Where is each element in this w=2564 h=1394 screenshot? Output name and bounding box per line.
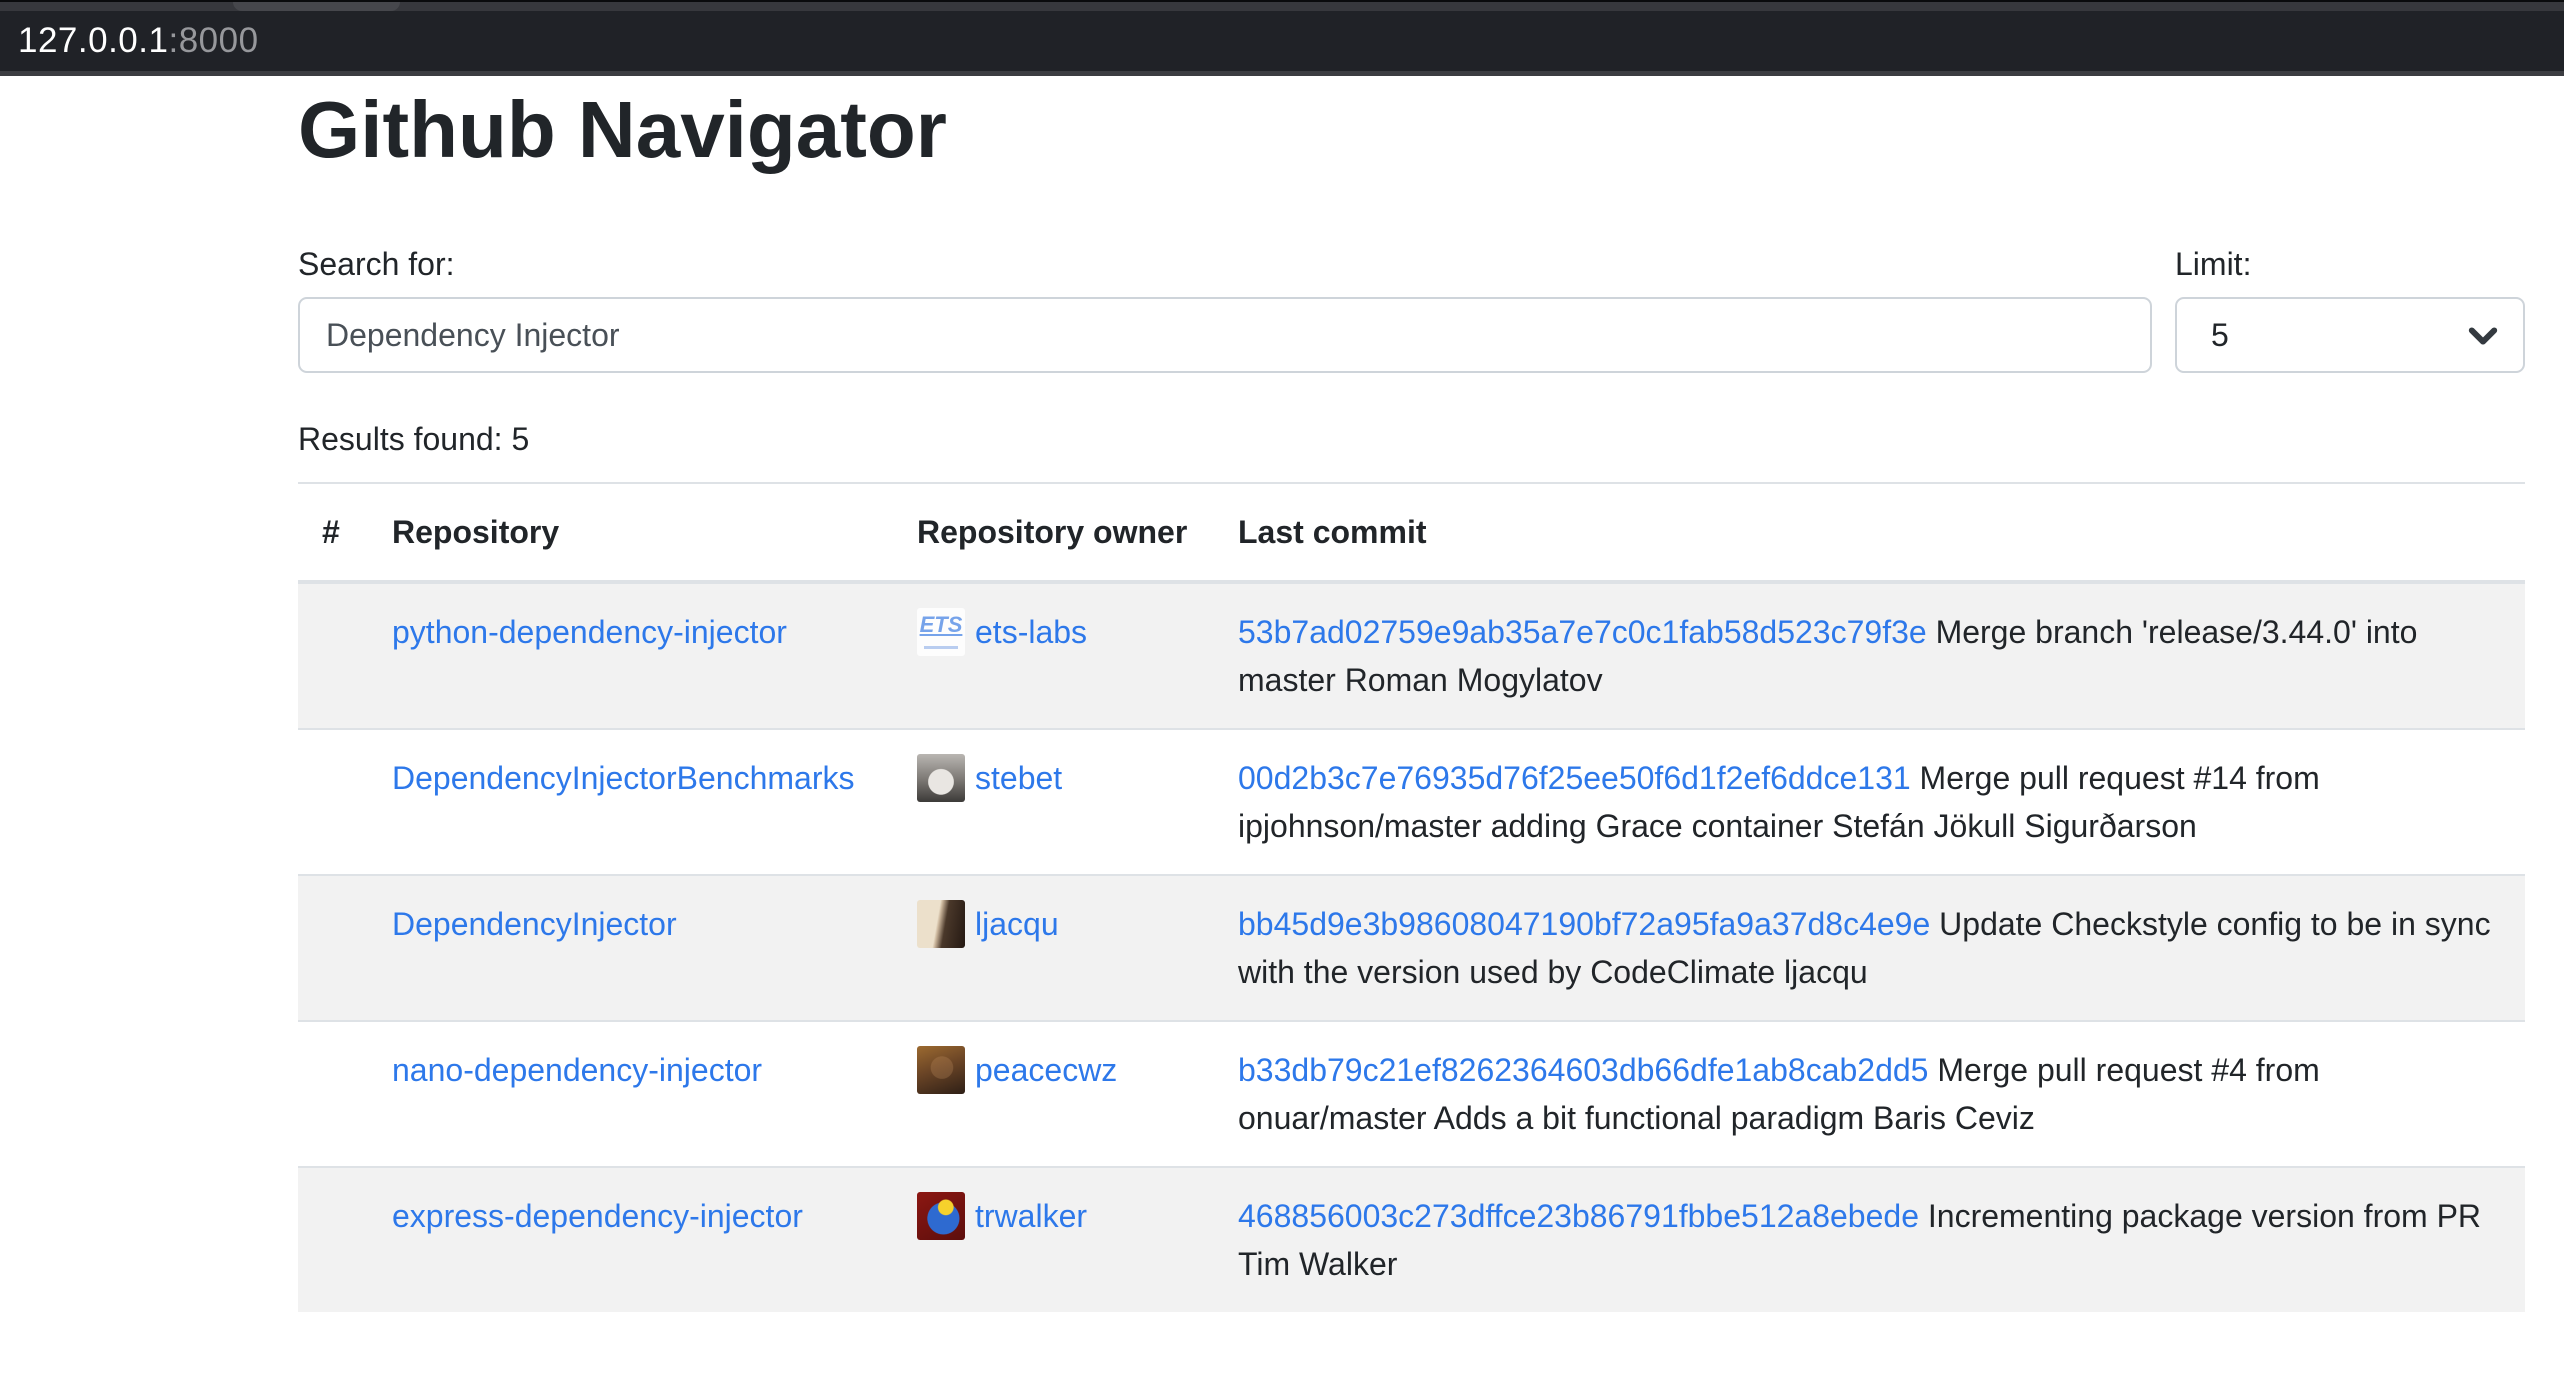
repository-link[interactable]: nano-dependency-injector [392, 1052, 762, 1088]
owner-avatar [917, 900, 965, 948]
table-row: python-dependency-injector ETS ets-labs … [298, 582, 2525, 729]
limit-select[interactable]: 5 [2175, 297, 2525, 373]
active-tab-edge [233, 2, 400, 11]
page-title: Github Navigator [298, 82, 2525, 178]
commit-hash-link[interactable]: b33db79c21ef8262364603db66dfe1ab8cab2dd5 [1238, 1052, 1928, 1088]
owner-link[interactable]: ets-labs [975, 608, 1087, 656]
row-index-cell [298, 875, 368, 1021]
chevron-down-icon [2465, 318, 2501, 354]
column-header-last-commit: Last commit [1214, 483, 2525, 582]
commit-hash-link[interactable]: 00d2b3c7e76935d76f25ee50f6d1f2ef6ddce131 [1238, 760, 1911, 796]
repository-link[interactable]: python-dependency-injector [392, 614, 787, 650]
url-host[interactable]: 127.0.0.1 [18, 21, 168, 61]
row-index-cell [298, 729, 368, 875]
row-index-cell [298, 1021, 368, 1167]
tab-strip [0, 2, 2564, 11]
table-row: nano-dependency-injector peacecwz b33db7… [298, 1021, 2525, 1167]
owner-avatar [917, 1046, 965, 1094]
url-port[interactable]: :8000 [168, 21, 258, 61]
owner-link[interactable]: peacecwz [975, 1046, 1117, 1094]
column-header-repository: Repository [368, 483, 893, 582]
page-content: Github Navigator Search for: Limit: 5 Re… [0, 82, 2564, 1312]
search-form: Search for: Limit: 5 [298, 240, 2525, 373]
chrome-bottom-strip [0, 71, 2564, 76]
owner-avatar: ETS [917, 608, 965, 656]
table-header-row: # Repository Repository owner Last commi… [298, 483, 2525, 582]
owner-avatar [917, 754, 965, 802]
owner-avatar [917, 1192, 965, 1240]
repository-link[interactable]: express-dependency-injector [392, 1198, 803, 1234]
repository-link[interactable]: DependencyInjectorBenchmarks [392, 760, 854, 796]
address-bar[interactable]: 127.0.0.1:8000 [0, 11, 2564, 71]
commit-hash-link[interactable]: 468856003c273dffce23b86791fbbe512a8ebede [1238, 1198, 1919, 1234]
owner-link[interactable]: trwalker [975, 1192, 1087, 1240]
owner-link[interactable]: ljacqu [975, 900, 1059, 948]
table-row: DependencyInjectorBenchmarks stebet 00d2… [298, 729, 2525, 875]
results-table: # Repository Repository owner Last commi… [298, 482, 2525, 1312]
browser-chrome: 127.0.0.1:8000 [0, 0, 2564, 76]
table-row: DependencyInjector ljacqu bb45d9e3b98608… [298, 875, 2525, 1021]
search-field-group: Search for: [298, 240, 2152, 373]
ets-logo-text: ETS [917, 612, 965, 638]
results-summary: Results found: 5 [298, 415, 2525, 463]
search-input[interactable] [298, 297, 2152, 373]
limit-label: Limit: [2175, 240, 2525, 288]
limit-field-group: Limit: 5 [2175, 240, 2525, 373]
row-index-cell [298, 1167, 368, 1312]
limit-selected-value: 5 [2211, 317, 2229, 354]
search-label: Search for: [298, 240, 2152, 288]
commit-hash-link[interactable]: 53b7ad02759e9ab35a7e7c0c1fab58d523c79f3e [1238, 614, 1927, 650]
column-header-index: # [298, 483, 368, 582]
row-index-cell [298, 582, 368, 729]
owner-link[interactable]: stebet [975, 754, 1062, 802]
commit-hash-link[interactable]: bb45d9e3b98608047190bf72a95fa9a37d8c4e9e [1238, 906, 1930, 942]
repository-link[interactable]: DependencyInjector [392, 906, 677, 942]
column-header-owner: Repository owner [893, 483, 1214, 582]
table-row: express-dependency-injector trwalker 468… [298, 1167, 2525, 1312]
